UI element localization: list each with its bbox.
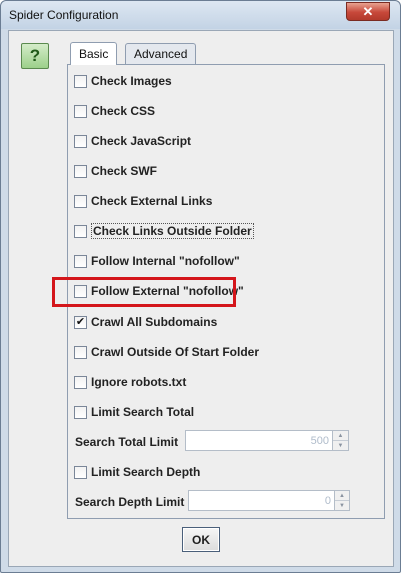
help-glyph: ? [29,46,41,65]
tab-basic[interactable]: Basic [70,42,118,65]
tab-basic-label: Basic [79,47,109,61]
option-limit-search-total[interactable]: Limit Search Total [74,403,194,421]
check-javascript-label: Check JavaScript [91,134,192,148]
option-check-css[interactable]: Check CSS [74,102,155,120]
search-total-limit-label: Search Total Limit [75,435,179,449]
search-total-limit-input[interactable] [186,431,332,450]
limit-search-total-checkbox[interactable] [74,405,87,419]
option-check-links-outside-folder[interactable]: Check Links Outside Folder [74,222,254,240]
title-bar[interactable]: Spider Configuration ✕ [1,1,400,29]
check-external-links-checkbox[interactable] [74,194,87,208]
tab-advanced[interactable]: Advanced [125,43,197,64]
spider-configuration-window: Spider Configuration ✕ ? Basic Advanced … [0,0,401,573]
check-css-checkbox[interactable] [74,104,87,118]
option-check-images[interactable]: Check Images [74,72,172,90]
check-css-label: Check CSS [91,104,156,118]
ok-button[interactable]: OK [182,527,220,552]
search-depth-limit-input[interactable] [189,491,334,510]
search-total-limit-spin-buttons: ▲ ▼ [332,431,348,450]
crawl-outside-start-folder-label: Crawl Outside Of Start Folder [91,345,260,359]
check-javascript-checkbox[interactable] [74,134,87,148]
search-total-limit-spinner[interactable]: ▲ ▼ [185,430,349,451]
follow-internal-nofollow-checkbox[interactable] [74,254,87,268]
spin-up-icon[interactable]: ▲ [335,491,349,501]
crawl-outside-start-folder-checkbox[interactable] [74,345,87,359]
close-button[interactable]: ✕ [346,2,390,21]
search-depth-limit-spinner[interactable]: ▲ ▼ [188,490,350,511]
option-ignore-robots[interactable]: Ignore robots.txt [74,373,186,391]
option-crawl-outside-start-folder[interactable]: Crawl Outside Of Start Folder [74,343,259,361]
option-follow-internal-nofollow[interactable]: Follow Internal "nofollow" [74,252,240,270]
check-swf-label: Check SWF [91,164,158,178]
search-depth-limit-spin-buttons: ▲ ▼ [334,491,349,510]
close-icon: ✕ [362,3,374,19]
check-images-checkbox[interactable] [74,74,87,88]
limit-search-depth-label: Limit Search Depth [91,465,201,479]
crawl-all-subdomains-label: Crawl All Subdomains [91,315,218,329]
crawl-all-subdomains-checkbox[interactable]: ✔ [74,315,87,329]
spin-up-icon[interactable]: ▲ [333,431,348,441]
check-links-outside-folder-checkbox[interactable] [74,224,87,238]
check-images-label: Check Images [91,74,172,88]
option-limit-search-depth[interactable]: Limit Search Depth [74,463,200,481]
ignore-robots-label: Ignore robots.txt [91,375,187,389]
ignore-robots-checkbox[interactable] [74,375,87,389]
check-external-links-label: Check External Links [91,194,213,208]
spin-down-icon[interactable]: ▼ [333,441,348,450]
window-title: Spider Configuration [9,8,119,22]
spin-down-icon[interactable]: ▼ [335,501,349,510]
option-check-swf[interactable]: Check SWF [74,162,157,180]
search-depth-limit-label: Search Depth Limit [75,495,185,509]
limit-search-total-label: Limit Search Total [91,405,195,419]
tab-advanced-label: Advanced [134,47,188,61]
follow-internal-nofollow-label: Follow Internal "nofollow" [91,254,240,268]
option-check-javascript[interactable]: Check JavaScript [74,132,191,150]
check-swf-checkbox[interactable] [74,164,87,178]
limit-search-depth-checkbox[interactable] [74,465,87,479]
check-links-outside-folder-label: Check Links Outside Folder [91,223,254,239]
help-icon[interactable]: ? [21,43,49,69]
option-crawl-all-subdomains[interactable]: ✔ Crawl All Subdomains [74,313,217,331]
annotation-highlight-box [52,277,236,307]
option-check-external-links[interactable]: Check External Links [74,192,212,210]
